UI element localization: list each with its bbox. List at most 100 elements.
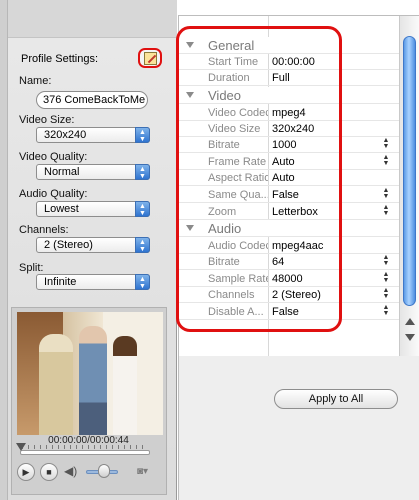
property-label: Zoom [208, 206, 237, 218]
apply-to-all-button[interactable]: Apply to All [274, 389, 398, 409]
property-value[interactable]: Auto [272, 156, 295, 168]
property-value[interactable]: mpeg4 [272, 107, 306, 119]
popup-arrows-icon: ▲ ▼ [135, 237, 150, 253]
audio-quality-label: Audio Quality: [19, 188, 88, 200]
scrub-slider[interactable] [20, 450, 150, 455]
panel-edge [0, 0, 8, 500]
group-name: Audio [208, 221, 242, 236]
property-value[interactable]: 00:00:00 [272, 56, 315, 68]
scroll-up-icon[interactable] [405, 318, 415, 325]
split-select[interactable]: Infinite ▲ ▼ [36, 274, 150, 290]
stop-button[interactable]: ■ [40, 463, 58, 481]
property-row[interactable]: Same Qua... False ▲ ▼ [179, 186, 399, 203]
video-size-value: 320x240 [44, 129, 87, 141]
property-label: Sample Rate [208, 273, 268, 285]
name-field[interactable]: 376 ComeBackToMe [36, 91, 148, 109]
property-value[interactable]: False [272, 306, 299, 318]
property-row[interactable]: Bitrate 64 ▲ ▼ [179, 253, 399, 270]
preview-frame-image [17, 312, 163, 435]
property-row[interactable]: Audio Codec mpeg4aac [179, 237, 399, 254]
property-label: Same Qua... [208, 189, 268, 201]
property-value[interactable]: False [272, 189, 299, 201]
channels-select[interactable]: 2 (Stereo) ▲ ▼ [36, 237, 150, 253]
property-row[interactable]: Start Time 00:00:00 [179, 53, 399, 70]
properties-table: General Start Time 00:00:00 Duration Ful… [179, 16, 399, 356]
stepper-icon[interactable]: ▲ ▼ [382, 271, 390, 284]
audio-quality-select[interactable]: Lowest ▲ ▼ [36, 201, 150, 217]
group-general[interactable]: General [179, 37, 399, 54]
properties-scrollbar[interactable] [399, 16, 419, 356]
property-row[interactable]: Video Codec mpeg4 [179, 104, 399, 121]
property-value[interactable]: 1000 [272, 139, 296, 151]
popup-arrows-icon: ▲ ▼ [135, 164, 150, 180]
stepper-icon[interactable]: ▲ ▼ [382, 204, 390, 217]
stepper-icon[interactable]: ▲ ▼ [382, 137, 390, 150]
property-label: Audio Codec [208, 240, 268, 252]
disclosure-triangle-icon[interactable] [186, 225, 194, 231]
speaker-icon[interactable]: ◀) [64, 464, 78, 478]
group-video[interactable]: Video [179, 87, 399, 104]
group-name: General [208, 38, 255, 53]
stepper-icon[interactable]: ▲ ▼ [382, 254, 390, 267]
property-value[interactable]: 48000 [272, 273, 303, 285]
scroll-thumb[interactable] [403, 36, 416, 306]
property-value[interactable]: 2 (Stereo) [272, 289, 321, 301]
play-button[interactable]: ▶ [17, 463, 35, 481]
scrub-handle[interactable] [16, 443, 26, 456]
property-label: Video Size [208, 123, 261, 135]
property-row[interactable]: Disable A... False ▲ ▼ [179, 303, 399, 320]
stepper-icon[interactable]: ▲ ▼ [382, 287, 390, 300]
property-row[interactable]: Channels 2 (Stereo) ▲ ▼ [179, 286, 399, 303]
property-row[interactable]: Bitrate 1000 ▲ ▼ [179, 136, 399, 153]
volume-handle[interactable] [98, 464, 110, 478]
property-row[interactable]: Sample Rate 48000 ▲ ▼ [179, 270, 399, 287]
video-quality-label: Video Quality: [19, 151, 88, 163]
channels-value: 2 (Stereo) [44, 239, 93, 251]
properties-panel: General Start Time 00:00:00 Duration Ful… [178, 15, 419, 500]
popup-arrows-icon: ▲ ▼ [135, 127, 150, 143]
property-row[interactable]: Frame Rate Auto ▲ ▼ [179, 153, 399, 170]
property-label: Bitrate [208, 256, 240, 268]
property-label: Bitrate [208, 139, 240, 151]
property-label: Frame Rate [208, 156, 267, 168]
popup-arrows-icon: ▲ ▼ [135, 201, 150, 217]
split-label: Split: [19, 262, 44, 274]
popup-arrows-icon: ▲ ▼ [135, 274, 150, 290]
video-size-label: Video Size: [19, 114, 75, 126]
group-audio[interactable]: Audio [179, 220, 399, 237]
audio-quality-value: Lowest [44, 203, 79, 215]
video-quality-select[interactable]: Normal ▲ ▼ [36, 164, 150, 180]
property-value[interactable]: 320x240 [272, 123, 314, 135]
stepper-icon[interactable]: ▲ ▼ [382, 304, 390, 317]
property-row[interactable]: Aspect Ratio Auto [179, 169, 399, 186]
property-value[interactable]: Full [272, 72, 290, 84]
property-label: Aspect Ratio [208, 172, 268, 184]
pencil-edit-icon [143, 51, 157, 65]
property-value[interactable]: Letterbox [272, 206, 318, 218]
property-value[interactable]: Auto [272, 172, 295, 184]
property-row[interactable]: Duration Full [179, 69, 399, 86]
snapshot-camera-icon[interactable]: ◙▾ [137, 465, 159, 479]
stepper-icon[interactable]: ▲ ▼ [382, 187, 390, 200]
property-label: Video Codec [208, 107, 268, 119]
group-name: Video [208, 88, 242, 103]
disclosure-triangle-icon[interactable] [186, 42, 194, 48]
video-quality-value: Normal [44, 166, 80, 178]
property-value[interactable]: mpeg4aac [272, 240, 323, 252]
channels-label: Channels: [19, 224, 69, 236]
video-size-select[interactable]: 320x240 ▲ ▼ [36, 127, 150, 143]
property-label: Channels [208, 289, 255, 301]
property-row[interactable]: Zoom Letterbox ▲ ▼ [179, 203, 399, 220]
scroll-down-icon[interactable] [405, 334, 415, 341]
property-label: Disable A... [208, 306, 264, 318]
split-value: Infinite [44, 276, 77, 288]
disclosure-triangle-icon[interactable] [186, 92, 194, 98]
property-label: Start Time [208, 56, 259, 68]
property-row[interactable]: Video Size 320x240 [179, 120, 399, 137]
edit-profile-button[interactable] [138, 48, 162, 68]
property-label: Duration [208, 72, 250, 84]
property-value[interactable]: 64 [272, 256, 284, 268]
panel-topbar [8, 0, 177, 38]
name-label: Name: [19, 75, 52, 87]
stepper-icon[interactable]: ▲ ▼ [382, 154, 390, 167]
